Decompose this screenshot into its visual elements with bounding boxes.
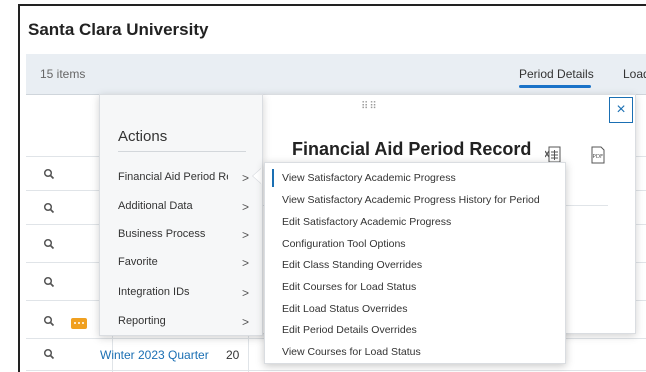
chevron-right-icon: > [242,228,250,242]
search-icon[interactable] [43,201,55,219]
actions-item-label: Additional Data [118,200,193,212]
chevron-right-icon: > [242,256,250,270]
search-icon[interactable] [43,314,55,332]
actions-item-financial-aid-period-record[interactable]: Financial Aid Period Re... > [118,171,258,186]
pdf-label: PDF [593,154,604,160]
related-actions-icon[interactable] [71,318,87,329]
close-button[interactable]: × [609,97,633,123]
submenu-item-view-courses-for-load-status[interactable]: View Courses for Load Status [282,346,421,358]
chevron-right-icon: > [242,315,250,329]
submenu-item-view-sap-history[interactable]: View Satisfactory Academic Progress Hist… [282,194,540,206]
submenu-item-edit-sap[interactable]: Edit Satisfactory Academic Progress [282,216,451,228]
submenu: View Satisfactory Academic Progress View… [264,162,566,364]
active-tab-indicator [519,85,591,88]
pdf-export-icon[interactable]: PDF [590,146,606,164]
table-cell: 20 [226,348,240,362]
term-link[interactable]: Winter 2023 Quarter [100,348,209,362]
search-icon[interactable] [43,237,55,255]
submenu-item-configuration-tool-options[interactable]: Configuration Tool Options [282,238,406,250]
chevron-right-icon: > [242,286,250,300]
submenu-item-view-sap[interactable]: View Satisfactory Academic Progress [282,172,456,184]
actions-divider [118,151,246,152]
search-icon[interactable] [43,347,55,365]
actions-item-label: Favorite [118,256,158,268]
page-title: Santa Clara University [28,20,209,39]
actions-title: Actions [118,128,168,145]
drag-handle-icon[interactable]: ⠿⠿ [361,101,378,112]
grid-header: 15 items Period Details Load [26,54,646,94]
chevron-right-icon: > [242,200,250,214]
actions-item-business-process[interactable]: Business Process > [118,228,258,243]
actions-item-integration-ids[interactable]: Integration IDs > [118,286,258,301]
tab-period-details[interactable]: Period Details [519,67,594,81]
actions-item-favorite[interactable]: Favorite > [118,256,258,271]
search-icon[interactable] [43,167,55,185]
tab-load[interactable]: Load [623,67,646,81]
submenu-item-edit-period-details-overrides[interactable]: Edit Period Details Overrides [282,324,417,336]
chevron-right-icon: > [242,171,250,185]
search-icon[interactable] [43,275,55,293]
items-count: 15 items [40,67,86,81]
submenu-item-edit-courses-for-load-status[interactable]: Edit Courses for Load Status [282,281,416,293]
focus-indicator [272,169,274,187]
actions-item-label: Financial Aid Period Re... [118,171,228,183]
actions-item-label: Business Process [118,228,206,240]
actions-item-additional-data[interactable]: Additional Data > [118,200,258,215]
submenu-item-edit-class-standing-overrides[interactable]: Edit Class Standing Overrides [282,259,422,271]
actions-item-reporting[interactable]: Reporting > [118,315,258,330]
submenu-item-edit-load-status-overrides[interactable]: Edit Load Status Overrides [282,303,407,315]
actions-panel: Actions Financial Aid Period Re... > Add… [99,94,263,336]
actions-item-label: Reporting [118,315,166,327]
actions-item-label: Integration IDs [118,286,190,298]
record-title: Financial Aid Period Record [292,139,532,159]
submenu-pointer [253,168,262,184]
